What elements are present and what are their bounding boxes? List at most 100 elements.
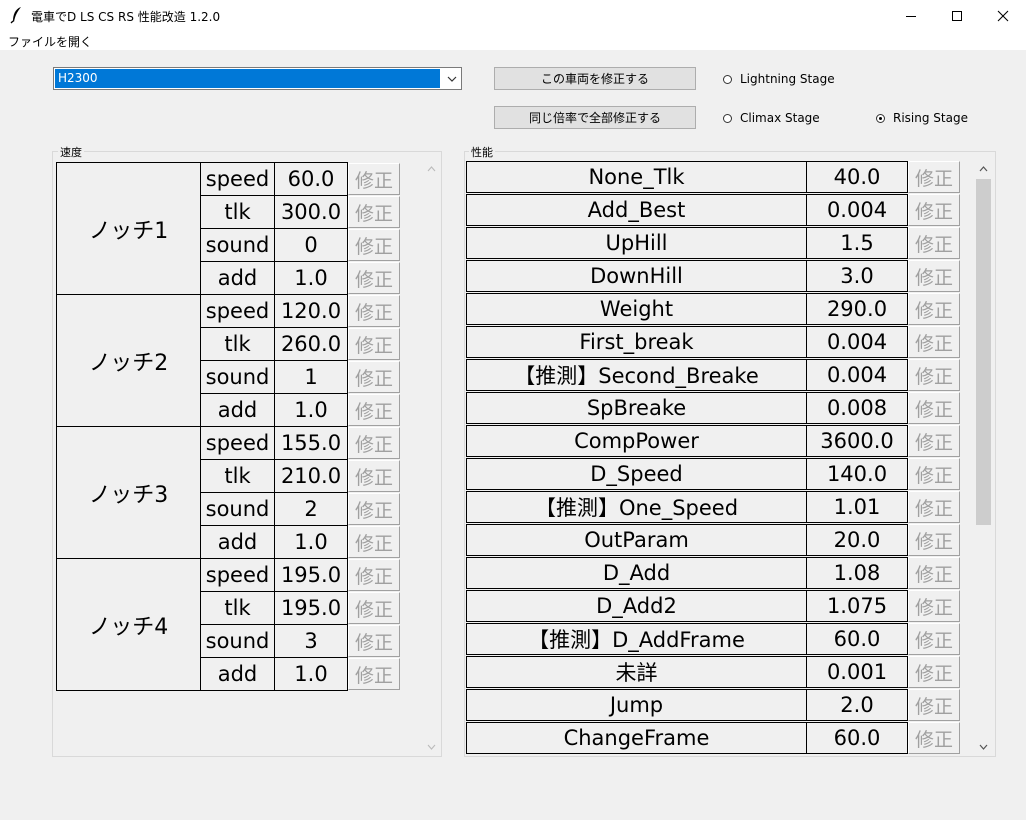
param-value: 1.0 [274,261,348,295]
perf-param-value: 3.0 [806,260,908,292]
param-key: sound [200,492,275,526]
minimize-button[interactable] [888,0,934,31]
fix-button[interactable]: 修正 [348,460,400,492]
perf-param-name: 【推測】Second_Breake [466,359,807,391]
scroll-down-icon[interactable] [976,740,991,754]
chevron-down-icon[interactable] [442,68,461,89]
perf-param-value: 60.0 [806,722,908,754]
scroll-up-icon[interactable] [424,162,439,176]
radio-rising-stage[interactable]: Rising Stage [876,111,968,125]
scroll-down-icon[interactable] [424,740,439,754]
perf-param-name: 【推測】D_AddFrame [466,623,807,655]
radio-lightning-stage[interactable]: Lightning Stage [723,72,835,86]
title-bar: 電車でD LS CS RS 性能改造 1.2.0 [0,0,1026,31]
param-value: 2 [274,492,348,526]
fix-button[interactable]: 修正 [348,196,400,228]
fix-button[interactable]: 修正 [348,394,400,426]
fix-button[interactable]: 修正 [908,392,960,424]
fix-button[interactable]: 修正 [348,592,400,624]
fix-button[interactable]: 修正 [348,427,400,459]
perf-param-value: 0.008 [806,392,908,424]
fix-button[interactable]: 修正 [908,491,960,523]
radio-indicator [723,74,732,84]
param-key: sound [200,360,275,394]
menu-file-open[interactable]: ファイルを開く [8,33,92,50]
performance-frame-label: 性能 [469,144,495,160]
fix-button[interactable]: 修正 [348,526,400,558]
fix-button[interactable]: 修正 [908,689,960,721]
param-value: 0 [274,228,348,262]
fix-button[interactable]: 修正 [348,163,400,195]
fix-button[interactable]: 修正 [348,295,400,327]
perf-param-name: 未詳 [466,656,807,688]
param-key: add [200,657,275,691]
fix-button[interactable]: 修正 [908,326,960,358]
perf-param-value: 140.0 [806,458,908,490]
param-value: 3 [274,624,348,658]
perf-param-name: ChangeFrame [466,722,807,754]
fix-button[interactable]: 修正 [908,227,960,259]
perf-param-name: D_Speed [466,458,807,490]
fix-button[interactable]: 修正 [348,625,400,657]
param-value: 300.0 [274,195,348,229]
performance-scrollbar[interactable] [975,160,992,754]
maximize-button[interactable] [934,0,980,31]
fix-button[interactable]: 修正 [348,262,400,294]
fix-button[interactable]: 修正 [908,194,960,226]
menu-bar: ファイルを開く [0,31,1026,50]
param-key: add [200,525,275,559]
perf-param-value: 40.0 [806,161,908,193]
modify-vehicle-button[interactable]: この車両を修正する [494,67,696,90]
scroll-thumb[interactable] [976,179,991,525]
fix-button[interactable]: 修正 [908,557,960,589]
fix-button[interactable]: 修正 [908,623,960,655]
perf-param-name: UpHill [466,227,807,259]
fix-button[interactable]: 修正 [908,293,960,325]
fix-button[interactable]: 修正 [908,590,960,622]
perf-param-name: Weight [466,293,807,325]
param-value: 1 [274,360,348,394]
fix-button[interactable]: 修正 [908,425,960,457]
param-key: speed [200,426,275,460]
perf-param-name: D_Add2 [466,590,807,622]
param-key: tlk [200,195,275,229]
radio-label: Climax Stage [740,111,820,125]
speed-scrollbar[interactable] [424,160,439,754]
fix-button[interactable]: 修正 [908,458,960,490]
radio-label: Lightning Stage [740,72,835,86]
fix-button[interactable]: 修正 [908,161,960,193]
perf-param-name: First_break [466,326,807,358]
modify-all-button[interactable]: 同じ倍率で全部修正する [494,106,696,129]
perf-param-value: 290.0 [806,293,908,325]
radio-climax-stage[interactable]: Climax Stage [723,111,820,125]
vehicle-select[interactable]: H2300 [53,67,462,90]
param-value: 195.0 [274,591,348,625]
param-key: add [200,393,275,427]
fix-button[interactable]: 修正 [348,559,400,591]
param-key: speed [200,294,275,328]
fix-button[interactable]: 修正 [908,359,960,391]
perf-param-name: D_Add [466,557,807,589]
perf-param-value: 2.0 [806,689,908,721]
close-icon [997,10,1009,21]
param-value: 260.0 [274,327,348,361]
minimize-icon [906,15,916,17]
feather-icon [10,7,21,24]
scroll-up-icon[interactable] [976,162,991,176]
param-key: sound [200,228,275,262]
fix-button[interactable]: 修正 [348,361,400,393]
maximize-icon [952,10,962,21]
fix-button[interactable]: 修正 [908,722,960,754]
param-value: 60.0 [274,162,348,196]
perf-param-name: Jump [466,689,807,721]
param-value: 1.0 [274,657,348,691]
fix-button[interactable]: 修正 [348,229,400,261]
fix-button[interactable]: 修正 [908,656,960,688]
window-title: 電車でD LS CS RS 性能改造 1.2.0 [31,10,221,24]
fix-button[interactable]: 修正 [348,658,400,690]
fix-button[interactable]: 修正 [908,260,960,292]
fix-button[interactable]: 修正 [348,493,400,525]
close-button[interactable] [980,0,1026,31]
fix-button[interactable]: 修正 [348,328,400,360]
fix-button[interactable]: 修正 [908,524,960,556]
